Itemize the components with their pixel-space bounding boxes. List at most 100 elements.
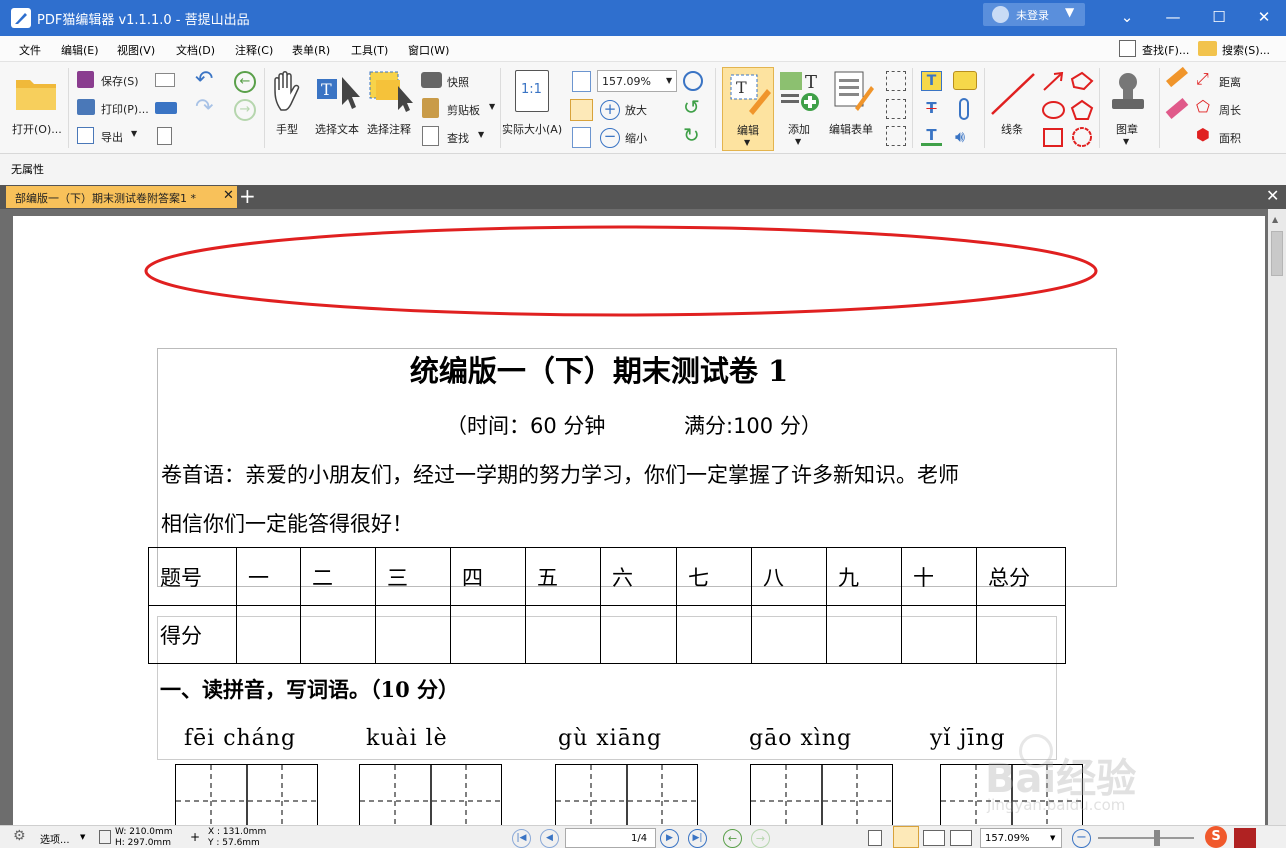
scroll-up-icon[interactable]: ▲ bbox=[1272, 215, 1278, 224]
zoom-out-button[interactable]: 缩小 bbox=[625, 130, 647, 146]
close-button[interactable]: ✕ bbox=[1251, 6, 1277, 28]
menu-comment[interactable]: 注释(C) bbox=[235, 42, 273, 58]
page-input[interactable]: 1/4 bbox=[565, 828, 656, 848]
table-cell[interactable] bbox=[525, 605, 601, 664]
zoom-in-button[interactable]: 放大 bbox=[625, 102, 647, 118]
menu-view[interactable]: 视图(V) bbox=[117, 42, 155, 58]
ime-mode-indicator[interactable] bbox=[1234, 828, 1256, 848]
sound-icon[interactable]: 🔊︎ bbox=[955, 127, 965, 147]
menu-edit[interactable]: 编辑(E) bbox=[61, 42, 99, 58]
polygon-tool-icon[interactable] bbox=[1070, 99, 1094, 121]
zoom-in-icon[interactable]: + bbox=[600, 100, 620, 120]
note-icon[interactable] bbox=[953, 71, 977, 90]
first-page-icon[interactable]: |◀ bbox=[512, 829, 531, 848]
new-document-icon[interactable] bbox=[157, 127, 172, 145]
document-viewer[interactable]: 统编版一（下）期末测试卷 1 （时间：60 分钟 满分:100 分） 卷首语：亲… bbox=[0, 209, 1286, 836]
zoom-combo[interactable]: 157.09% ▼ bbox=[597, 70, 677, 92]
continuous-page-icon[interactable] bbox=[893, 826, 919, 848]
underline-icon[interactable]: T bbox=[921, 126, 942, 146]
minimize-button[interactable]: — bbox=[1160, 6, 1186, 28]
forward-icon[interactable]: → bbox=[234, 99, 256, 121]
sogou-ime-icon[interactable]: S bbox=[1205, 826, 1227, 848]
pencil-icon[interactable] bbox=[1166, 66, 1188, 88]
add-content-icon[interactable]: T bbox=[779, 70, 823, 112]
edit-form-icon[interactable] bbox=[833, 70, 875, 112]
menu-tools[interactable]: 工具(T) bbox=[351, 42, 388, 58]
select-annotation-icon[interactable] bbox=[368, 70, 416, 114]
find-button[interactable]: 查找 bbox=[447, 130, 469, 146]
table-cell[interactable] bbox=[901, 605, 977, 664]
fit-visible-icon[interactable] bbox=[572, 127, 591, 148]
open-label[interactable]: 打开(O)... bbox=[12, 121, 62, 137]
login-button[interactable]: 未登录 ▼ bbox=[983, 3, 1085, 26]
menu-find[interactable]: 查找(F)... bbox=[1142, 42, 1189, 58]
select-annotation-label[interactable]: 选择注释 bbox=[367, 121, 411, 137]
chevron-down-icon[interactable]: ▼ bbox=[1123, 137, 1129, 146]
document-tab[interactable]: 部编版一（下）期末测试卷附答案1 * ✕ bbox=[6, 186, 237, 208]
polyline-tool-icon[interactable] bbox=[1070, 71, 1094, 91]
edit-form-label[interactable]: 编辑表单 bbox=[829, 121, 873, 137]
table-cell[interactable] bbox=[751, 605, 827, 664]
edit-button[interactable]: T 编辑 ▼ bbox=[722, 67, 774, 151]
ellipse-tool-icon[interactable] bbox=[1042, 101, 1065, 119]
snapshot-button[interactable]: 快照 bbox=[447, 74, 469, 90]
fit-page-icon[interactable] bbox=[572, 71, 591, 92]
arrow-tool-icon[interactable] bbox=[1042, 71, 1064, 92]
strikeout-icon[interactable]: T bbox=[921, 99, 942, 119]
save-button[interactable]: 保存(S) bbox=[101, 73, 139, 89]
ellipse-annotation[interactable] bbox=[143, 224, 1103, 320]
scan-icon[interactable] bbox=[155, 102, 177, 114]
menu-document[interactable]: 文档(D) bbox=[176, 42, 215, 58]
cloud-tool-icon[interactable] bbox=[1070, 126, 1094, 148]
area-button[interactable]: 面积 bbox=[1219, 130, 1241, 146]
export-button[interactable]: 导出 bbox=[101, 129, 123, 145]
fit-width-icon[interactable] bbox=[570, 99, 593, 121]
zoom-slider-thumb[interactable] bbox=[1154, 830, 1160, 846]
open-folder-icon[interactable] bbox=[14, 74, 60, 112]
scroll-thumb[interactable] bbox=[1271, 231, 1283, 276]
facing-page-icon[interactable] bbox=[923, 830, 945, 846]
table-cell[interactable] bbox=[375, 605, 451, 664]
rotate-left-icon[interactable]: ↺ bbox=[683, 95, 700, 119]
stamp-icon[interactable] bbox=[1108, 71, 1148, 115]
zoom-tool-icon[interactable] bbox=[683, 71, 703, 91]
table-cell[interactable] bbox=[976, 605, 1066, 664]
chevron-down-icon[interactable]: ▼ bbox=[478, 130, 484, 139]
new-tab-icon[interactable]: + bbox=[239, 184, 256, 208]
eraser-icon[interactable] bbox=[1165, 97, 1189, 120]
text-field-icon[interactable] bbox=[886, 71, 906, 91]
typewriter-icon[interactable]: T bbox=[921, 71, 942, 91]
actual-size-icon[interactable]: 1:1 bbox=[515, 70, 549, 112]
status-zoom-combo[interactable]: 157.09% ▼ bbox=[980, 828, 1062, 848]
menu-form[interactable]: 表单(R) bbox=[292, 42, 330, 58]
email-icon[interactable] bbox=[155, 73, 175, 87]
chevron-down-icon[interactable]: ▼ bbox=[131, 129, 137, 138]
table-cell[interactable] bbox=[676, 605, 752, 664]
zoom-out-small-icon[interactable]: − bbox=[1072, 829, 1091, 848]
rectangle-tool-icon[interactable] bbox=[1043, 128, 1063, 147]
perimeter-button[interactable]: 周长 bbox=[1219, 102, 1241, 118]
back-icon[interactable]: ← bbox=[234, 71, 256, 93]
table-cell[interactable] bbox=[450, 605, 526, 664]
next-page-icon[interactable]: ▶ bbox=[660, 829, 679, 848]
single-page-icon[interactable] bbox=[868, 830, 882, 846]
line-tool-icon[interactable] bbox=[990, 72, 1036, 116]
distance-button[interactable]: 距离 bbox=[1219, 74, 1241, 90]
chevron-down-icon[interactable]: ▼ bbox=[80, 833, 85, 841]
menu-file[interactable]: 文件 bbox=[19, 42, 41, 58]
hand-tool-label[interactable]: 手型 bbox=[276, 121, 298, 137]
facing-continuous-icon[interactable] bbox=[950, 830, 972, 846]
undo-icon[interactable]: ↶ bbox=[195, 67, 213, 92]
table-cell[interactable] bbox=[826, 605, 902, 664]
redo-icon[interactable]: ↷ bbox=[195, 95, 213, 120]
ribbon-toggle-button[interactable]: ⌄ bbox=[1114, 6, 1140, 28]
text-box-icon[interactable] bbox=[886, 99, 906, 119]
forward-view-icon[interactable]: → bbox=[751, 829, 770, 848]
menu-search[interactable]: 搜索(S)... bbox=[1222, 42, 1270, 58]
gear-icon[interactable]: ⚙ bbox=[13, 828, 26, 844]
zoom-slider[interactable] bbox=[1098, 830, 1194, 846]
attachment-icon[interactable] bbox=[959, 98, 969, 120]
pdf-page[interactable]: 统编版一（下）期末测试卷 1 （时间：60 分钟 满分:100 分） 卷首语：亲… bbox=[13, 216, 1265, 836]
close-tab-icon[interactable]: ✕ bbox=[223, 188, 234, 203]
close-all-icon[interactable]: ✕ bbox=[1266, 186, 1279, 205]
